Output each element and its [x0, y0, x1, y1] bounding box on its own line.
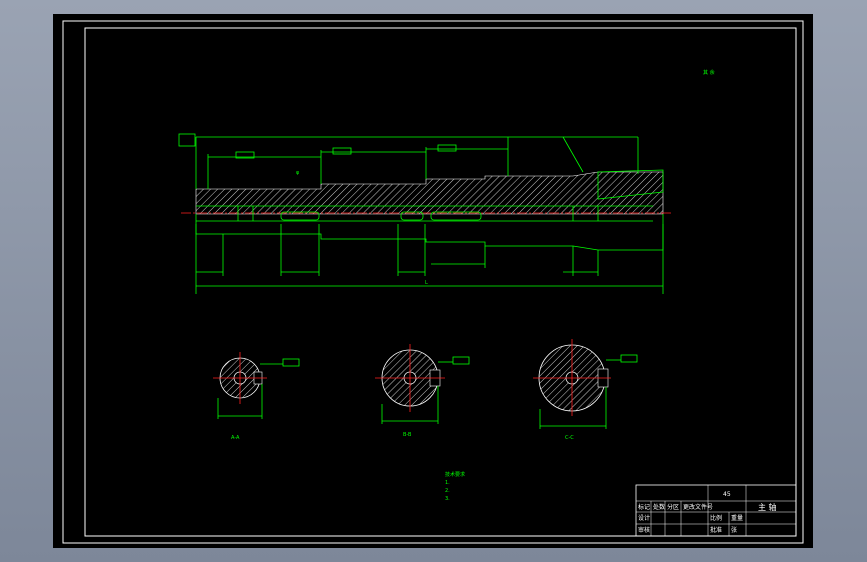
- tolerance-box: [332, 147, 352, 155]
- tb-change-doc: 更改文件号: [683, 503, 713, 511]
- tb-scale: 比例: [710, 514, 722, 522]
- tb-design: 设计: [638, 514, 650, 522]
- shaft-lower-outline: [195, 214, 664, 251]
- tb-weight: 重量: [731, 514, 743, 522]
- section-label-b: B-B: [403, 432, 412, 438]
- tb-check: 审核: [638, 526, 650, 534]
- outer-frame: [62, 20, 804, 544]
- dimensions-bottom: L: [195, 224, 664, 294]
- tolerance-box: [437, 144, 457, 152]
- technical-notes: 技术要求 1. 2. 3.: [445, 471, 465, 502]
- inner-frame: [84, 27, 797, 537]
- tb-count: 处数: [653, 503, 665, 511]
- tb-sheet: 张: [731, 526, 737, 534]
- tb-approve: 批准: [710, 526, 722, 534]
- tolerance-box: [178, 133, 196, 147]
- note-line: 3.: [445, 496, 450, 502]
- section-view-2: B-B: [375, 344, 470, 438]
- tb-part-name: 主 轴: [758, 502, 777, 512]
- dim-label-total: L: [425, 280, 428, 286]
- section-label-a: A-A: [231, 435, 240, 441]
- section-view-1: A-A: [213, 352, 300, 441]
- tb-zone: 分区: [667, 503, 679, 511]
- section-view-3: C-C: [533, 339, 638, 441]
- title-block: 标记 处数 分区 更改文件号 设计 审核 比例 批准 重量 张 45 主 轴: [635, 484, 797, 537]
- section-label-c: C-C: [565, 435, 574, 441]
- dim-label: φ: [296, 170, 300, 176]
- shaft-hatch-upper: [195, 171, 664, 215]
- drawing-canvas: 其 余 φ L A-A B-B C-C 技术要求 1. 2. 3. 标记 处数 …: [62, 20, 804, 544]
- tb-mark: 标记: [638, 503, 650, 511]
- notes-title: 技术要求: [445, 471, 465, 478]
- shaft-main-view: [181, 169, 673, 251]
- top-right-note: 其 余: [703, 69, 715, 76]
- note-line: 1.: [445, 480, 450, 486]
- tb-material: 45: [723, 491, 731, 498]
- note-line: 2.: [445, 488, 450, 494]
- cad-drawing-viewport[interactable]: 其 余 φ L A-A B-B C-C 技术要求 1. 2. 3. 标记 处数 …: [53, 14, 813, 548]
